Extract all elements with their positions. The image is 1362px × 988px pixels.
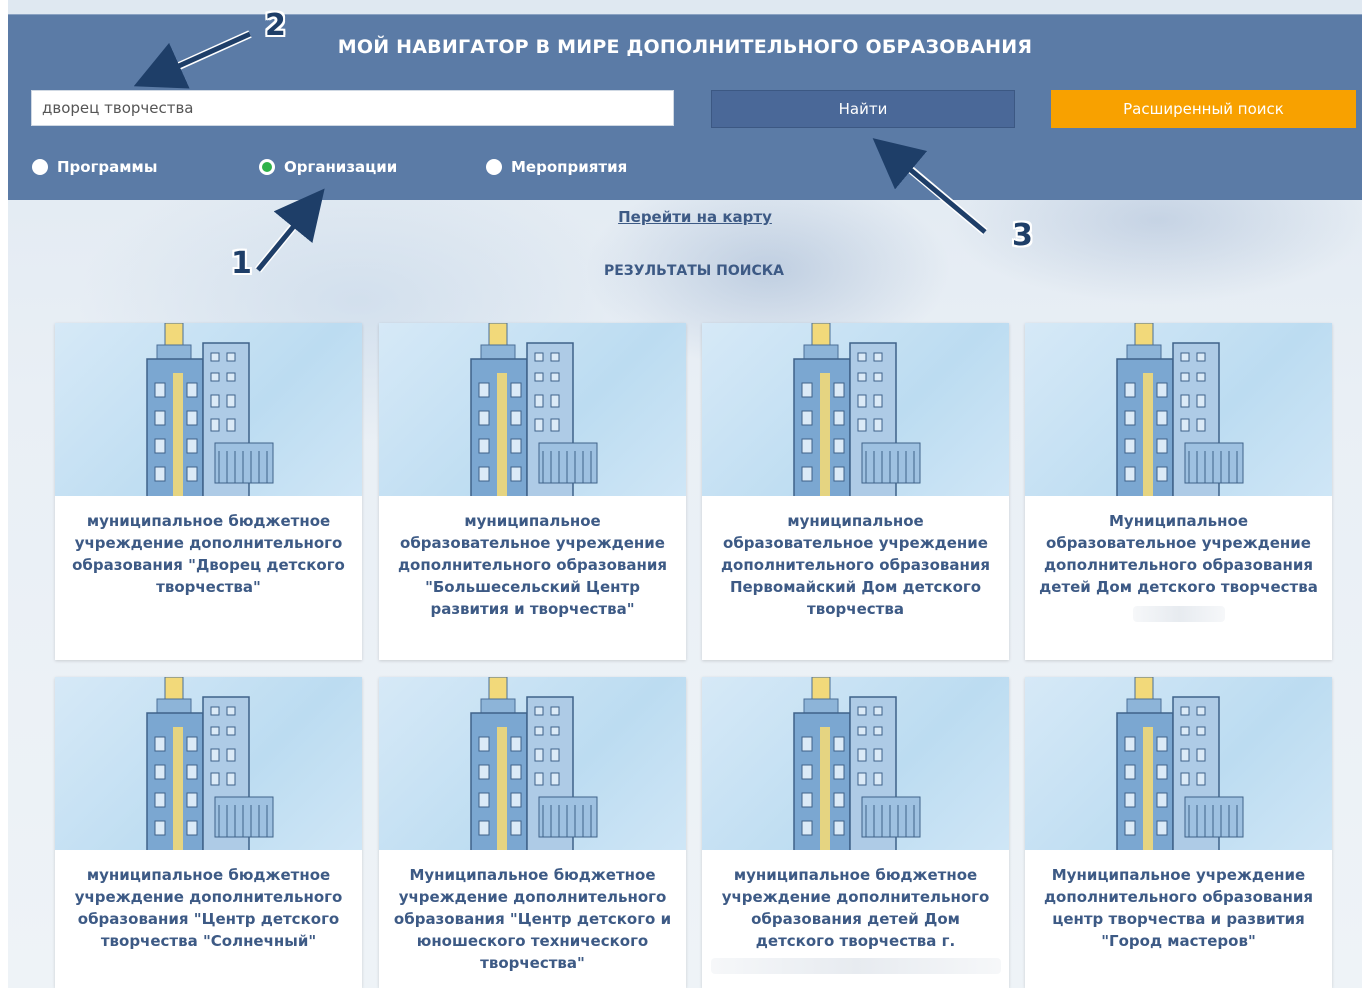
annotation-label: 1 — [231, 246, 252, 281]
annotation-arrows — [133, 30, 988, 273]
arrow-icon — [872, 138, 987, 234]
arrow-icon — [133, 31, 252, 89]
annotation-label: 2 — [265, 8, 286, 43]
annotation-label: 3 — [1012, 218, 1033, 253]
arrow-icon — [256, 188, 325, 272]
